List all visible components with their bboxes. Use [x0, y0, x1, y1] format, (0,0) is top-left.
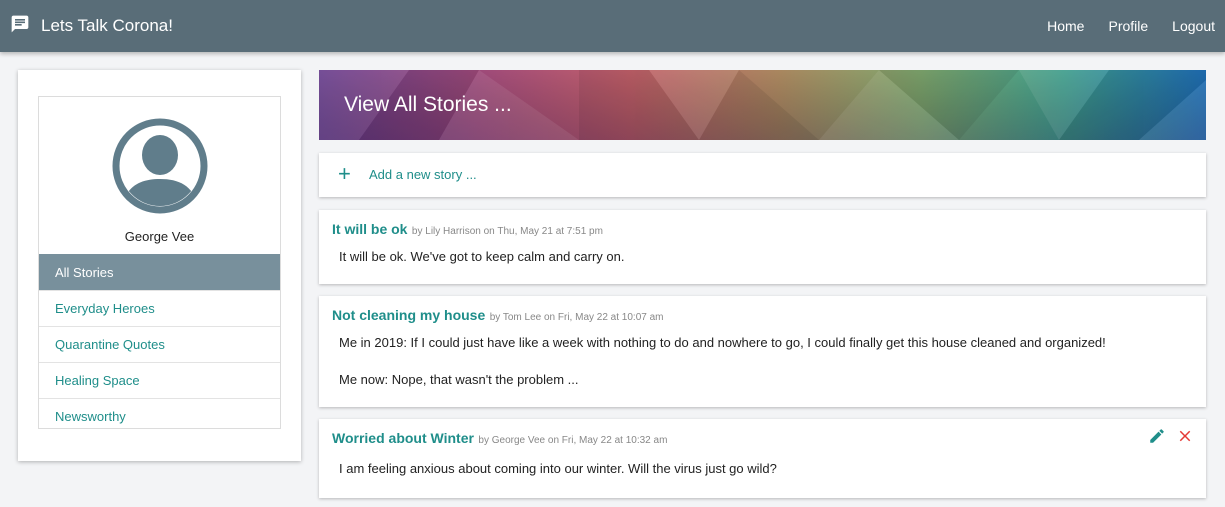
profile-card: George Vee All Stories Everyday Heroes Q… [38, 96, 281, 429]
story-card: Worried about Winter by George Vee on Fr… [319, 419, 1206, 498]
story-actions [1148, 427, 1194, 445]
story-meta: by George Vee on Fri, May 22 at 10:32 am [478, 435, 668, 446]
brand[interactable]: Lets Talk Corona! [10, 0, 173, 52]
app-title: Lets Talk Corona! [41, 16, 173, 35]
menu-item-quarantine-quotes[interactable]: Quarantine Quotes [39, 326, 280, 362]
story-header: It will be ok by Lily Harrison on Thu, M… [332, 221, 603, 239]
story-title[interactable]: Worried about Winter [332, 430, 474, 446]
page-title: View All Stories ... [344, 93, 512, 116]
chat-icon [10, 14, 30, 39]
story-paragraph: I am feeling anxious about coming into o… [339, 461, 777, 476]
close-icon[interactable] [1176, 427, 1194, 445]
add-story-card[interactable]: + Add a new story ... [319, 153, 1206, 197]
sidebar: George Vee All Stories Everyday Heroes Q… [18, 70, 301, 461]
story-body: Me in 2019: If I could just have like a … [339, 335, 1106, 387]
story-paragraph: Me in 2019: If I could just have like a … [339, 335, 1106, 350]
story-body: It will be ok. We've got to keep calm an… [339, 249, 625, 264]
page-banner: View All Stories ... [319, 70, 1206, 140]
profile-name: George Vee [124, 229, 195, 244]
pencil-icon[interactable] [1148, 427, 1166, 445]
nav-links: Home Profile Logout [1023, 0, 1215, 52]
plus-icon[interactable]: + [338, 163, 351, 185]
story-title[interactable]: Not cleaning my house [332, 307, 485, 323]
story-meta: by Tom Lee on Fri, May 22 at 10:07 am [489, 312, 664, 323]
story-paragraph: Me now: Nope, that wasn't the problem ..… [339, 372, 579, 387]
menu-item-healing-space[interactable]: Healing Space [39, 362, 280, 398]
story-paragraph: It will be ok. We've got to keep calm an… [339, 249, 625, 264]
story-header: Worried about Winter by George Vee on Fr… [332, 430, 667, 448]
menu-item-everyday-heroes[interactable]: Everyday Heroes [39, 290, 280, 326]
story-title[interactable]: It will be ok [332, 221, 407, 237]
story-category-menu: All Stories Everyday Heroes Quarantine Q… [39, 254, 280, 434]
story-meta: by Lily Harrison on Thu, May 21 at 7:51 … [411, 226, 603, 237]
nav-home-link[interactable]: Home [1047, 18, 1084, 34]
story-card: It will be ok by Lily Harrison on Thu, M… [319, 210, 1206, 284]
menu-item-newsworthy[interactable]: Newsworthy [39, 398, 280, 434]
nav-profile-link[interactable]: Profile [1108, 18, 1148, 34]
story-card: Not cleaning my house by Tom Lee on Fri,… [319, 296, 1206, 407]
story-body: I am feeling anxious about coming into o… [339, 461, 777, 476]
top-navbar: Lets Talk Corona! Home Profile Logout [0, 0, 1225, 52]
add-story-link[interactable]: Add a new story ... [369, 167, 477, 182]
story-header: Not cleaning my house by Tom Lee on Fri,… [332, 307, 664, 325]
nav-logout-link[interactable]: Logout [1172, 18, 1215, 34]
avatar [111, 117, 209, 215]
menu-item-all-stories[interactable]: All Stories [39, 254, 280, 290]
